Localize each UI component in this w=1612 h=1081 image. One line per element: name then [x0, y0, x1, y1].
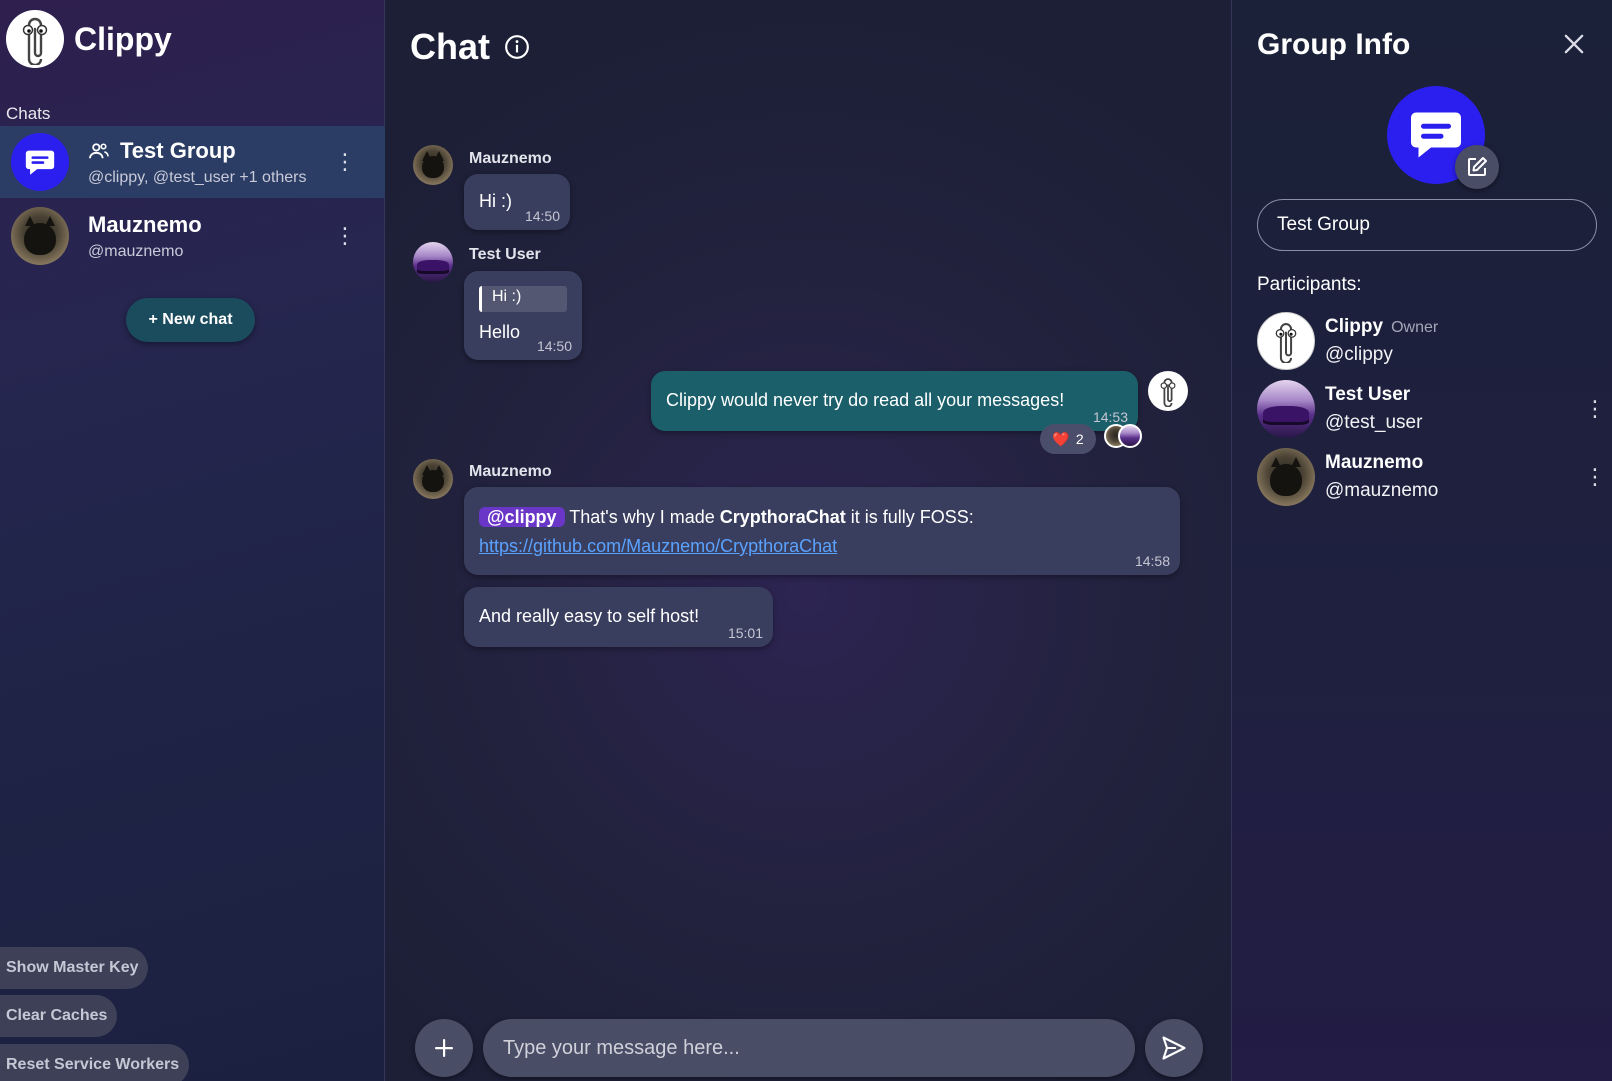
- info-icon[interactable]: [504, 34, 530, 60]
- participants-heading: Participants:: [1257, 274, 1362, 295]
- chat-options-icon[interactable]: ⋮: [333, 223, 357, 248]
- participant-handle: @test_user: [1325, 412, 1423, 433]
- group-name-field[interactable]: [1257, 199, 1597, 251]
- participant-mauznemo[interactable]: Mauznemo @mauznemo ⋮: [1257, 447, 1607, 507]
- avatar: [1118, 424, 1142, 448]
- attach-button[interactable]: [415, 1019, 473, 1077]
- close-icon[interactable]: [1560, 30, 1588, 58]
- reply-quote[interactable]: Hi :): [479, 286, 567, 312]
- message-time: 15:01: [727, 625, 763, 641]
- participant-options-icon[interactable]: ⋮: [1584, 464, 1606, 489]
- message-time: 14:50: [536, 338, 572, 354]
- avatar: [11, 207, 69, 265]
- page-title: Chat: [410, 26, 490, 67]
- edit-icon: [1468, 157, 1487, 176]
- participant-name: Mauznemo: [1325, 452, 1424, 473]
- group-avatar: [11, 133, 69, 191]
- chat-item-mauznemo[interactable]: Mauznemo @mauznemo ⋮: [0, 200, 385, 272]
- message-bubble[interactable]: And really easy to self host! 15:01: [464, 587, 773, 647]
- app-window: Clippy Chats Test Group @clippy, @test_u…: [0, 0, 1612, 1081]
- message-text: Clippy would never try do read all your …: [666, 390, 1065, 410]
- participant-name: Clippy: [1325, 316, 1384, 337]
- message-input[interactable]: [483, 1019, 1135, 1077]
- clippy-icon: [1160, 378, 1176, 407]
- chat-title: Mauznemo: [88, 211, 202, 237]
- message-text: Hi :): [479, 191, 512, 211]
- chat-panel: Chat Mauznemo Hi :) 14:50 Test User Hi :…: [385, 0, 1232, 1081]
- message-time: 14:58: [1134, 553, 1170, 569]
- clear-caches-button[interactable]: Clear Caches: [0, 995, 118, 1037]
- participant-name: Test User: [1325, 384, 1411, 405]
- avatar: [1257, 312, 1315, 370]
- message-bold-text: CrypthoraChat: [719, 507, 846, 527]
- sender-name: Test User: [469, 246, 541, 263]
- message-text: it is fully FOSS:: [845, 507, 974, 527]
- reset-service-workers-button[interactable]: Reset Service Workers: [0, 1044, 190, 1081]
- sender-name: Mauznemo: [469, 463, 552, 480]
- participant-handle: @mauznemo: [1325, 480, 1439, 501]
- message-bubble[interactable]: @clippy That's why I made CrypthoraChat …: [464, 487, 1180, 575]
- avatar: [413, 145, 453, 185]
- participant-options-icon[interactable]: ⋮: [1584, 396, 1606, 421]
- group-icon: [89, 142, 109, 158]
- reaction-count: 2: [1075, 431, 1084, 447]
- message-bubble[interactable]: Hi :) Hello 14:50: [464, 271, 582, 360]
- send-icon: [1162, 1036, 1186, 1060]
- message-bubble[interactable]: Hi :) 14:50: [464, 174, 570, 230]
- avatar: [1148, 371, 1188, 411]
- heart-icon: ❤️: [1052, 430, 1070, 447]
- own-message-bubble[interactable]: Clippy would never try do read all your …: [651, 371, 1138, 431]
- avatar: [413, 459, 453, 499]
- chat-title: Test Group: [120, 137, 236, 163]
- chats-heading: Chats: [6, 104, 51, 123]
- clippy-logo-icon: [6, 10, 64, 68]
- read-receipts: [1104, 424, 1144, 448]
- message-link[interactable]: https://github.com/Mauznemo/CrypthoraCha…: [479, 536, 837, 556]
- avatar: [413, 242, 453, 282]
- role-badge: Owner: [1391, 319, 1439, 336]
- participant-clippy[interactable]: Clippy Owner @clippy: [1257, 311, 1607, 371]
- participant-test-user[interactable]: Test User @test_user ⋮: [1257, 379, 1607, 439]
- chat-header: Chat: [410, 26, 530, 68]
- participant-handle: @clippy: [1325, 344, 1393, 365]
- avatar: [1257, 448, 1315, 506]
- plus-icon: [435, 1039, 453, 1057]
- brand: Clippy: [6, 10, 172, 68]
- panel-title: Group Info: [1257, 28, 1411, 61]
- message-time: 14:50: [524, 208, 560, 224]
- message-text: Hello: [479, 322, 521, 342]
- app-name: Clippy: [74, 20, 172, 57]
- edit-avatar-button[interactable]: [1455, 145, 1499, 189]
- sender-name: Mauznemo: [469, 150, 552, 167]
- mention-tag[interactable]: @clippy: [479, 507, 565, 527]
- chat-options-icon[interactable]: ⋮: [333, 149, 357, 174]
- avatar: [1257, 380, 1315, 438]
- message-text: That's why I made: [569, 507, 720, 527]
- group-info-panel: Group Info Participants:: [1232, 0, 1612, 1081]
- new-chat-button[interactable]: + New chat: [126, 298, 255, 342]
- send-button[interactable]: [1145, 1019, 1203, 1077]
- sidebar: Clippy Chats Test Group @clippy, @test_u…: [0, 0, 385, 1081]
- chat-bubble-icon: [25, 150, 55, 175]
- chat-subtitle: @clippy, @test_user +1 others: [88, 168, 307, 186]
- show-master-key-button[interactable]: Show Master Key: [0, 947, 149, 989]
- message-time: 14:53: [1092, 409, 1128, 425]
- reaction-chip[interactable]: ❤️ 2: [1040, 424, 1096, 454]
- chat-subtitle: @mauznemo: [88, 242, 184, 260]
- message-text: And really easy to self host!: [479, 606, 700, 626]
- chat-item-test-group[interactable]: Test Group @clippy, @test_user +1 others…: [0, 126, 385, 198]
- clippy-icon: [1275, 323, 1297, 363]
